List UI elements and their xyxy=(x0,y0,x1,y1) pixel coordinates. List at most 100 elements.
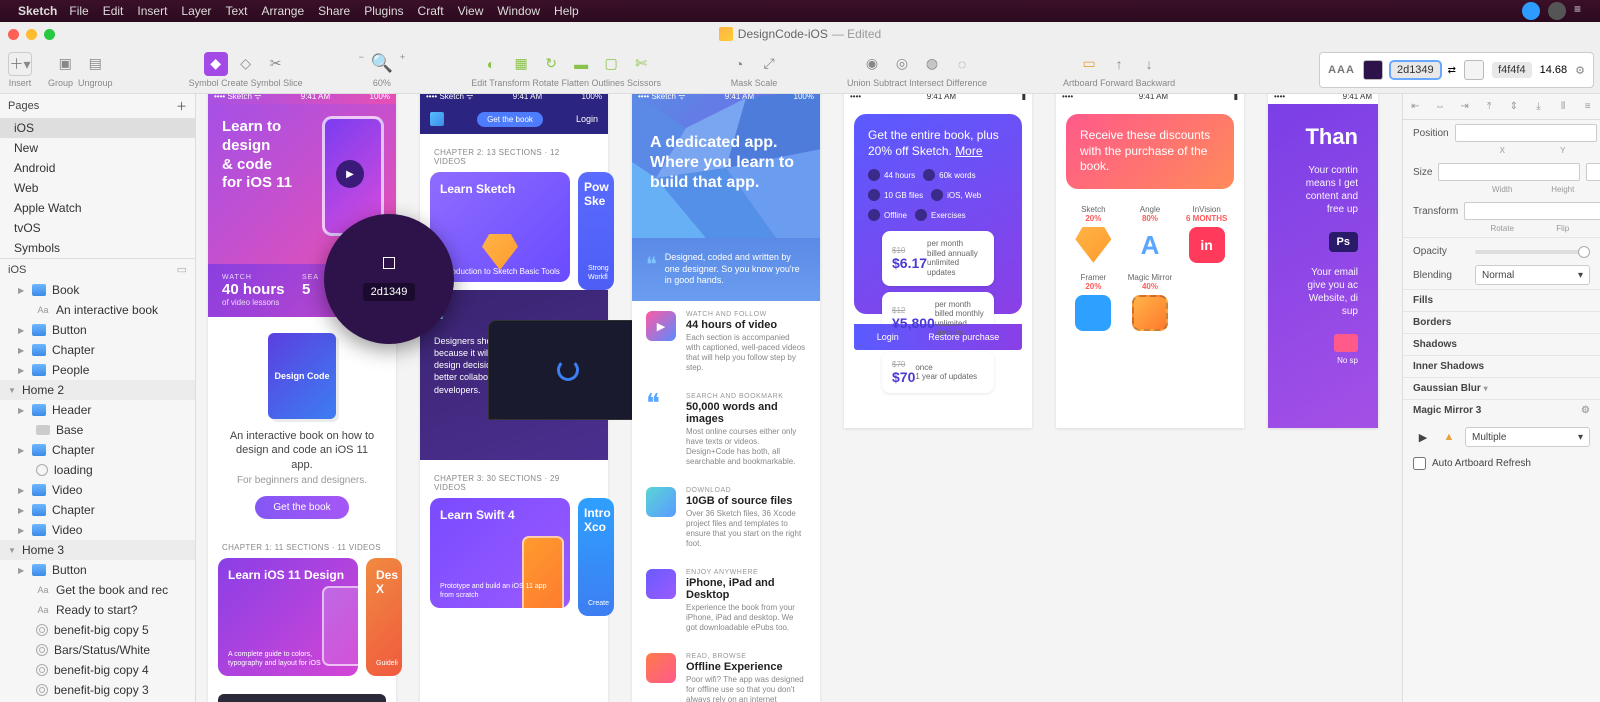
minimize-icon[interactable] xyxy=(26,29,37,40)
layer-benefit3[interactable]: benefit-big copy 3 xyxy=(0,680,195,700)
login-button[interactable]: Login xyxy=(877,332,899,342)
layer-ready[interactable]: AaReady to start? xyxy=(0,600,195,620)
artboard-icon[interactable]: ▭ xyxy=(1077,52,1101,76)
menu-extras-icon[interactable]: ≡ xyxy=(1574,2,1592,20)
create-symbol-icon[interactable]: ◇ xyxy=(234,52,258,76)
fills-section[interactable]: Fills xyxy=(1403,289,1600,311)
status-icon-2[interactable] xyxy=(1548,2,1566,20)
page-android[interactable]: Android xyxy=(0,158,195,178)
layer-chapter3[interactable]: ▶Chapter xyxy=(0,500,195,520)
card-swift[interactable]: Learn Swift 4Prototype and build an iOS … xyxy=(430,498,570,608)
slice-icon[interactable]: ✂ xyxy=(264,52,288,76)
align-top-icon[interactable]: ⤒ xyxy=(1477,94,1502,119)
flatten-icon[interactable]: ▬ xyxy=(569,52,593,76)
mm-a-icon[interactable]: ▶ xyxy=(1413,431,1433,444)
subtract-icon[interactable]: ◎ xyxy=(890,52,914,76)
layer-bars-status[interactable]: Bars/Status/White xyxy=(0,640,195,660)
menu-share[interactable]: Share xyxy=(318,4,350,18)
transform-icon[interactable]: ▦ xyxy=(509,52,533,76)
more-link[interactable]: More xyxy=(955,144,982,158)
bg-swatch[interactable] xyxy=(1464,60,1484,80)
layer-getbook[interactable]: AaGet the book and rec xyxy=(0,580,195,600)
bg-hex[interactable]: f4f4f4 xyxy=(1492,62,1532,78)
plus-icon[interactable]: ＋▾ xyxy=(8,52,32,76)
artboard-home2[interactable]: Home 2 •••• Sketch ᯤ9:41 AM100% Get the … xyxy=(420,94,608,702)
layer-video2[interactable]: ▶Video xyxy=(0,520,195,540)
difference-icon[interactable]: ◌ xyxy=(950,52,974,76)
zoom-minus-icon[interactable]: − xyxy=(359,52,364,76)
magic-mirror-section[interactable]: Magic Mirror 3⚙ xyxy=(1403,399,1600,421)
page-applewatch[interactable]: Apple Watch xyxy=(0,198,195,218)
page-ios[interactable]: iOS xyxy=(0,118,195,138)
align-middle-icon[interactable]: ⇕ xyxy=(1502,94,1527,119)
fg-swatch[interactable] xyxy=(1363,60,1383,80)
align-bottom-icon[interactable]: ⤓ xyxy=(1526,94,1551,119)
add-page-icon[interactable]: ＋ xyxy=(176,98,187,114)
menu-edit[interactable]: Edit xyxy=(103,4,124,18)
edit-icon[interactable]: ◐ xyxy=(479,52,503,76)
artboard-purchase[interactable]: Home Purchase ••••9:41 AM▮ Get the entir… xyxy=(844,94,1032,428)
align-left-icon[interactable]: ⇤ xyxy=(1403,94,1428,119)
layer-people[interactable]: ▶People xyxy=(0,360,195,380)
mask-icon[interactable]: ◔ xyxy=(727,52,751,76)
filter-icon[interactable]: ▭ xyxy=(177,263,187,276)
fullscreen-icon[interactable] xyxy=(44,29,55,40)
artboard-home3[interactable]: Home 3 •••• Sketch ᯤ9:41 AM100% A dedica… xyxy=(632,94,820,702)
backward-icon[interactable]: ↓ xyxy=(1137,52,1161,76)
gaussian-blur-section[interactable]: Gaussian Blur ▾ xyxy=(1403,377,1600,399)
layer-button[interactable]: ▶Button xyxy=(0,320,195,340)
card-xcode[interactable]: Intro XcoCreate xyxy=(578,498,614,616)
layer-video[interactable]: ▶Video xyxy=(0,480,195,500)
outlines-icon[interactable]: ▢ xyxy=(599,52,623,76)
align-center-icon[interactable]: ⇔ xyxy=(1428,94,1453,119)
page-new[interactable]: New xyxy=(0,138,195,158)
ungroup-icon[interactable]: ▤ xyxy=(83,52,107,76)
artboard-home3[interactable]: ▼Home 3 xyxy=(0,540,195,560)
layer-loading[interactable]: loading xyxy=(0,460,195,480)
gear-icon[interactable]: ⚙ xyxy=(1575,64,1585,77)
menu-view[interactable]: View xyxy=(458,4,484,18)
width-input[interactable] xyxy=(1438,163,1580,181)
union-icon[interactable]: ◉ xyxy=(860,52,884,76)
menu-text[interactable]: Text xyxy=(225,4,247,18)
layer-button2[interactable]: ▶Button xyxy=(0,560,195,580)
menu-plugins[interactable]: Plugins xyxy=(364,4,403,18)
page-symbols[interactable]: Symbols xyxy=(0,238,195,258)
scale-icon[interactable]: ⤢ xyxy=(757,52,781,76)
menu-insert[interactable]: Insert xyxy=(137,4,167,18)
blending-select[interactable]: Normal▾ xyxy=(1475,265,1590,285)
layer-chapter[interactable]: ▶Chapter xyxy=(0,340,195,360)
close-icon[interactable] xyxy=(8,29,19,40)
auto-refresh-checkbox[interactable] xyxy=(1413,457,1426,470)
shadows-section[interactable]: Shadows xyxy=(1403,333,1600,355)
tb-insert[interactable]: ＋▾ Insert xyxy=(8,52,32,88)
layer-chapter2[interactable]: ▶Chapter xyxy=(0,440,195,460)
mm-b-icon[interactable]: ▲ xyxy=(1439,431,1459,443)
layer-base[interactable]: Base xyxy=(0,420,195,440)
card-power-sketch[interactable]: Pow SkeStrong Workfl xyxy=(578,172,614,290)
canvas[interactable]: Home •••• Sketch ᯤ9:41 AM100% Learn to d… xyxy=(196,94,1402,702)
distribute-v-icon[interactable]: ≡ xyxy=(1575,94,1600,119)
status-icon-1[interactable] xyxy=(1522,2,1540,20)
rotate-icon[interactable]: ↻ xyxy=(539,52,563,76)
artboard-account[interactable]: Account ••••9:41 AM Than Your contin mea… xyxy=(1268,94,1378,428)
menu-craft[interactable]: Craft xyxy=(418,4,444,18)
opacity-slider[interactable] xyxy=(1578,246,1590,258)
distribute-h-icon[interactable]: ⫴ xyxy=(1551,94,1576,119)
height-input[interactable] xyxy=(1586,163,1600,181)
menu-help[interactable]: Help xyxy=(554,4,579,18)
forward-icon[interactable]: ↑ xyxy=(1107,52,1131,76)
layer-book[interactable]: ▶Book xyxy=(0,280,195,300)
artboard-home[interactable]: Home •••• Sketch ᯤ9:41 AM100% Learn to d… xyxy=(208,94,396,702)
multiple-select[interactable]: Multiple▾ xyxy=(1465,427,1590,447)
get-book-pill[interactable]: Get the book xyxy=(477,112,543,127)
layer-header[interactable]: ▶Header xyxy=(0,400,195,420)
menu-file[interactable]: File xyxy=(69,4,88,18)
artboard-discounts[interactable]: Discounts ••••9:41 AM▮ Receive these dis… xyxy=(1056,94,1244,428)
layer-benefit5[interactable]: benefit-big copy 5 xyxy=(0,620,195,640)
app-name[interactable]: Sketch xyxy=(18,4,57,18)
layer-benefit4[interactable]: benefit-big copy 4 xyxy=(0,660,195,680)
login-link[interactable]: Login xyxy=(576,114,598,124)
artboard-home2[interactable]: ▼Home 2 xyxy=(0,380,195,400)
card-ios11[interactable]: Learn iOS 11 Design A complete guide to … xyxy=(218,558,358,676)
